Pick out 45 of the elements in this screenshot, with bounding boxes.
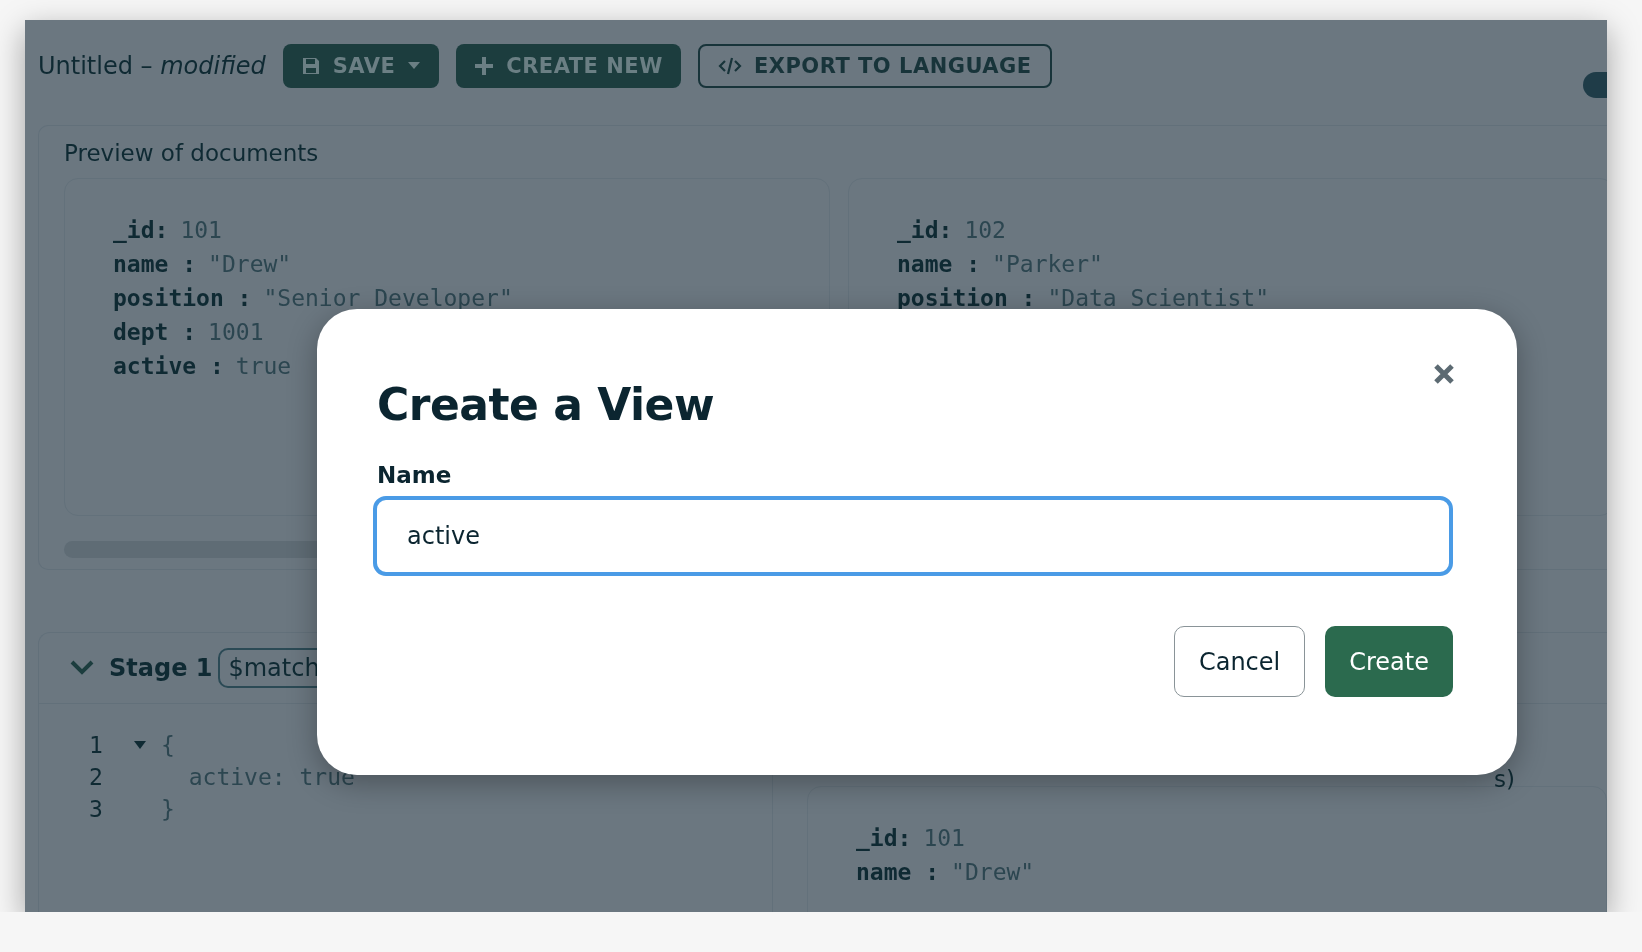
field-value: 101 — [923, 824, 965, 853]
toolbar-button[interactable]: SAVE — [282, 44, 440, 88]
field-label: Name — [377, 462, 452, 488]
field-value: 1001 — [208, 318, 264, 347]
create-button[interactable]: Create — [1325, 626, 1453, 697]
preview-title: Preview of documents — [64, 139, 320, 168]
name-input[interactable]: active — [373, 496, 1453, 576]
field-value: "Parker" — [992, 250, 1103, 279]
document-title: Untitled – modified — [38, 52, 266, 80]
field-value: "Drew" — [951, 858, 1035, 887]
code-text: { — [161, 732, 175, 758]
cancel-button[interactable]: Cancel — [1173, 626, 1306, 697]
toolbar-button[interactable]: CREATE NEW — [456, 44, 681, 88]
field-key: name : — [113, 247, 197, 281]
caret-icon — [407, 61, 422, 71]
field-key: position : — [113, 281, 252, 315]
stage-title: Stage 1 — [109, 654, 213, 682]
field-value: 102 — [964, 216, 1006, 245]
line-number: 2 — [89, 764, 104, 790]
field-value: "Data Scientist" — [1047, 284, 1270, 313]
line-number: 1 — [89, 732, 104, 758]
code-icon — [717, 56, 742, 76]
line-number: 3 — [89, 796, 104, 822]
field-value: "Senior Developer" — [263, 284, 513, 313]
field-key: position : — [897, 281, 1036, 315]
field-key: _id: — [113, 213, 169, 247]
code-text: } — [161, 796, 175, 822]
chevron-down-icon[interactable] — [69, 659, 95, 677]
field-value: "Drew" — [208, 250, 292, 279]
field-value: true — [235, 352, 292, 381]
fold-icon[interactable] — [134, 741, 146, 749]
field-key: name : — [897, 247, 981, 281]
field-key: name : — [856, 855, 940, 889]
results-note: s) — [1494, 766, 1515, 792]
toolbar-button[interactable]: EXPORT TO LANGUAGE — [697, 44, 1052, 88]
field-key: _id: — [897, 213, 953, 247]
save-icon — [300, 56, 321, 76]
dialog-title: Create a View — [377, 379, 715, 430]
plus-icon — [474, 56, 495, 76]
field-value: 101 — [180, 216, 222, 245]
close-icon — [1433, 363, 1455, 385]
field-key: dept : — [113, 315, 197, 349]
field-key: _id: — [856, 821, 912, 855]
code-text: active: true — [187, 764, 355, 790]
field-key: active : — [113, 349, 224, 383]
